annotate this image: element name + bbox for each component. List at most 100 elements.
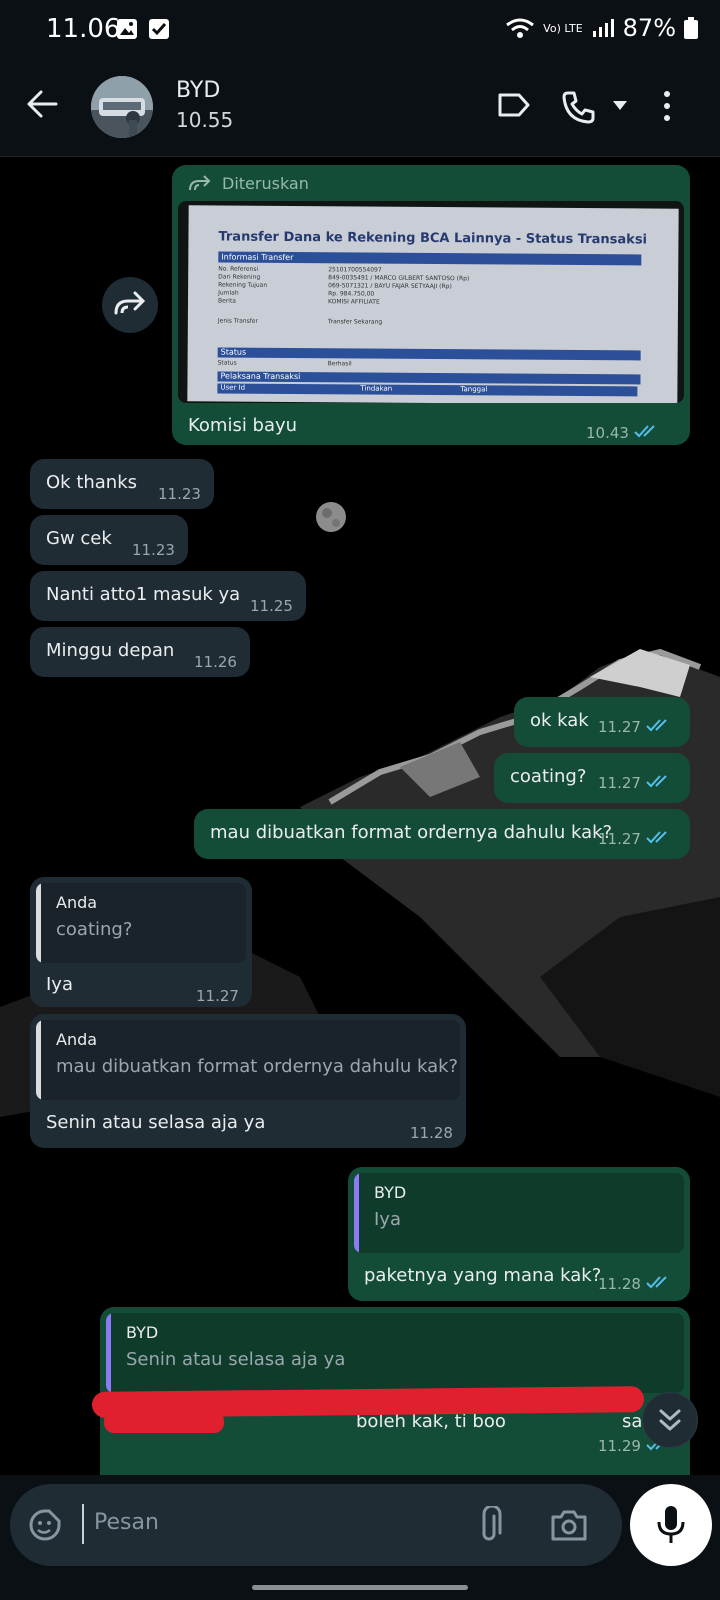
message-time: 11.27 [598, 774, 641, 792]
incoming-reply-message[interactable]: Anda mau dibuatkan format ordernya dahul… [30, 1014, 466, 1148]
scroll-to-bottom-button[interactable] [642, 1392, 698, 1448]
status-right: Vo) LTE 87% [505, 14, 698, 42]
message-time: 11.23 [132, 541, 175, 559]
quote-text: Senin atau selasa aja ya [126, 1349, 346, 1370]
forwarded-label-icon [189, 175, 211, 191]
message-time: 11.23 [158, 485, 201, 503]
message-time: 11.28 [598, 1275, 641, 1293]
outgoing-message[interactable]: coating? 11.27 [494, 753, 690, 803]
voice-record-button[interactable] [630, 1484, 712, 1566]
quoted-message[interactable]: Anda coating? [36, 883, 246, 963]
receipt-rows: No. Referensi 25101700554097 Dari Rekenin… [217, 265, 470, 326]
receipt-section-info: Informasi Transfer [218, 251, 642, 266]
quoted-message[interactable]: Anda mau dibuatkan format ordernya dahul… [36, 1020, 460, 1100]
forwarded-image-message[interactable]: Diteruskan Transfer Dana ke Rekening BCA… [172, 165, 690, 445]
outgoing-message[interactable]: ok kak 11.27 [514, 697, 690, 747]
contact-name[interactable]: BYD [176, 78, 220, 103]
receipt-status-row: Status Berhasil [217, 359, 352, 368]
message-text: paketnya yang mana kak? [364, 1265, 602, 1286]
message-text: Minggu depan [46, 640, 175, 661]
message-time: 11.27 [598, 830, 641, 848]
last-seen: 10.55 [176, 108, 234, 132]
receipt-photo[interactable]: Transfer Dana ke Rekening BCA Lainnya - … [178, 201, 684, 403]
call-icon[interactable] [560, 90, 596, 124]
message-time: 10.43 [586, 424, 629, 442]
message-time: 11.28 [410, 1124, 453, 1142]
message-time: 11.29 [598, 1437, 641, 1455]
attach-icon[interactable] [476, 1506, 502, 1544]
read-receipt-icon [646, 775, 667, 788]
forwarded-label: Diteruskan [222, 174, 309, 193]
read-receipt-icon [634, 425, 655, 438]
quote-author: Anda [56, 893, 98, 912]
sticker-icon[interactable] [28, 1508, 62, 1542]
message-time: 11.27 [598, 718, 641, 736]
message-time: 11.27 [196, 987, 239, 1005]
quote-bar [36, 883, 41, 963]
quote-bar [106, 1313, 111, 1393]
volte-label: Vo) LTE [543, 21, 583, 35]
message-time: 11.25 [250, 597, 293, 615]
quote-bar [36, 1020, 41, 1100]
call-dropdown-icon[interactable] [612, 100, 628, 112]
receipt-title: Transfer Dana ke Rekening BCA Lainnya - … [218, 229, 648, 248]
message-text: Senin atau selasa aja ya [46, 1112, 266, 1133]
quote-author: BYD [374, 1183, 407, 1202]
quote-bar [354, 1173, 359, 1253]
status-bar: 11.06 Vo) LTE 87% [0, 0, 720, 62]
quoted-message[interactable]: BYD Iya [354, 1173, 684, 1253]
outgoing-message[interactable]: mau dibuatkan format ordernya dahulu kak… [194, 809, 690, 859]
chat-header: BYD 10.55 [0, 62, 720, 157]
outgoing-reply-message[interactable]: BYD Iya paketnya yang mana kak? 11.28 [348, 1167, 690, 1301]
message-text: Gw cek [46, 528, 112, 549]
camera-icon[interactable] [550, 1508, 588, 1542]
message-text: Komisi bayu [188, 415, 298, 436]
label-icon[interactable] [497, 90, 531, 120]
message-text: Nanti atto1 masuk ya [46, 584, 241, 605]
incoming-message[interactable]: Ok thanks 11.23 [30, 459, 214, 509]
gallery-notification-icon [117, 19, 137, 39]
battery-icon [684, 17, 698, 39]
forward-button[interactable] [102, 277, 158, 333]
quoted-message[interactable]: BYD Senin atau selasa aja ya [106, 1313, 684, 1393]
message-time: 11.26 [194, 653, 237, 671]
quote-author: BYD [126, 1323, 159, 1342]
home-indicator[interactable] [252, 1585, 468, 1590]
chat-area[interactable]: Diteruskan Transfer Dana ke Rekening BCA… [0, 157, 720, 1475]
quote-author: Anda [56, 1030, 98, 1049]
read-receipt-icon [646, 831, 667, 844]
receipt-section-status: Status [217, 347, 641, 361]
wifi-icon [506, 18, 535, 38]
incoming-message[interactable]: Nanti atto1 masuk ya 11.25 [30, 571, 306, 621]
forward-icon [114, 291, 146, 315]
contact-avatar[interactable] [91, 76, 153, 138]
quote-text: Iya [374, 1209, 401, 1230]
message-text: coating? [510, 766, 587, 787]
incoming-message[interactable]: Minggu depan 11.26 [30, 627, 250, 677]
quote-text: coating? [56, 919, 133, 940]
message-text: mau dibuatkan format ordernya dahulu kak… [210, 822, 613, 843]
signal-icon [592, 19, 614, 37]
message-text: Iya [46, 974, 73, 995]
back-arrow-icon[interactable] [26, 88, 58, 120]
incoming-reply-message[interactable]: Anda coating? Iya 11.27 [30, 877, 252, 1007]
message-input[interactable]: Pesan [94, 1510, 159, 1535]
message-text-end: sa [622, 1411, 643, 1432]
double-chevron-down-icon [659, 1409, 681, 1431]
message-text: Ok thanks [46, 472, 138, 493]
more-options-icon[interactable] [662, 90, 672, 122]
text-cursor [82, 1504, 84, 1544]
status-time: 11.06 [46, 14, 121, 44]
task-notification-icon [149, 19, 169, 39]
read-receipt-icon [646, 1276, 667, 1289]
microphone-icon [657, 1506, 685, 1543]
message-text: ok kak [530, 710, 589, 731]
battery-percent: 87% [622, 14, 676, 42]
message-input-bar[interactable]: Pesan [10, 1484, 622, 1566]
receipt-section-executor: Pelaksana Transaksi [217, 371, 641, 385]
redaction-mark [104, 1411, 224, 1433]
receipt-table-header: User Id Tindakan Tanggal [217, 383, 638, 397]
quote-text: mau dibuatkan format ordernya dahulu kak… [56, 1056, 459, 1077]
incoming-message[interactable]: Gw cek 11.23 [30, 515, 188, 565]
read-receipt-icon [646, 719, 667, 732]
